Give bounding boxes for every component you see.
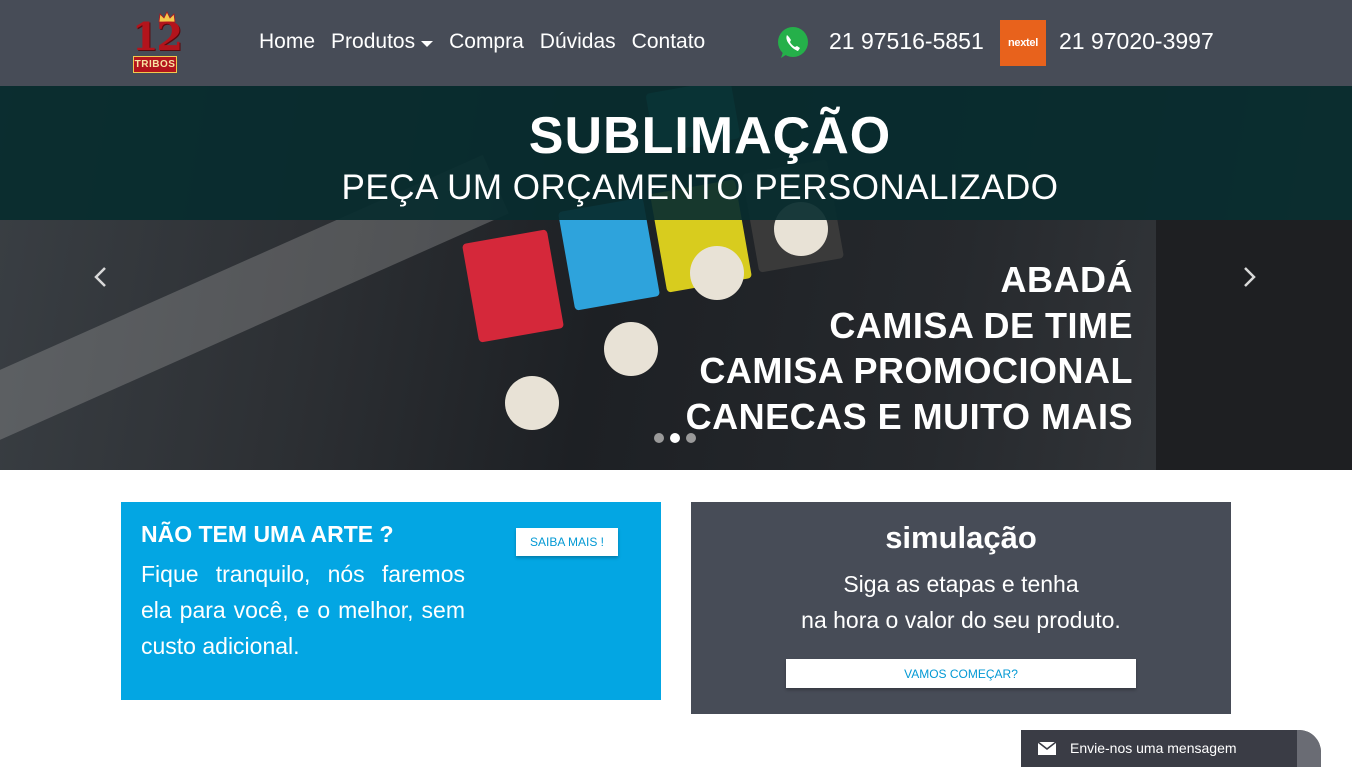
simulation-text-line-2: na hora o valor do seu produto. bbox=[801, 607, 1121, 633]
caret-down-icon bbox=[421, 40, 434, 47]
logo-text: TRIBOS bbox=[133, 56, 177, 73]
carousel-line: CAMISA DE TIME bbox=[829, 305, 1133, 346]
no-art-heading: NÃO TEM UMA ARTE ? bbox=[141, 521, 394, 547]
chat-tab-corner bbox=[1297, 730, 1321, 767]
chevron-right-icon[interactable] bbox=[1242, 262, 1258, 292]
carousel-title: SUBLIMAÇÃO bbox=[528, 107, 892, 165]
nav-home[interactable]: Home bbox=[259, 30, 315, 54]
no-art-text: Fique tranquilo, nós faremos ela para vo… bbox=[141, 561, 465, 659]
carousel-indicator-2[interactable] bbox=[670, 433, 680, 443]
chat-label: Envie-nos uma mensagem bbox=[1070, 740, 1237, 756]
simulation-text: Siga as etapas e tenha na hora o valor d… bbox=[691, 566, 1231, 638]
no-art-card: NÃO TEM UMA ARTE ? Fique tranquilo, nós … bbox=[121, 502, 661, 700]
chevron-left-icon[interactable] bbox=[92, 262, 108, 292]
main-nav: Home Produtos Compra Dúvidas Contato bbox=[259, 27, 721, 57]
carousel-bg-shape bbox=[690, 246, 744, 300]
carousel-line: ABADÁ bbox=[1000, 259, 1133, 300]
hero-carousel: SUBLIMAÇÃO PEÇA UM ORÇAMENTO PERSONALIZA… bbox=[0, 86, 1352, 470]
nextel-logo: nextel bbox=[1000, 20, 1046, 66]
carousel-bg-shape bbox=[604, 322, 658, 376]
whatsapp-icon[interactable] bbox=[776, 26, 810, 60]
carousel-bg-shape bbox=[505, 376, 559, 430]
simulation-card: simulação Siga as etapas e tenha na hora… bbox=[691, 502, 1231, 714]
logo-number: 12 bbox=[132, 14, 183, 59]
nav-produtos-label: Produtos bbox=[331, 30, 416, 53]
nav-duvidas[interactable]: Dúvidas bbox=[540, 30, 616, 54]
phone-nextel[interactable]: 21 97020-3997 bbox=[1059, 26, 1214, 56]
saiba-mais-button[interactable]: SAIBA MAIS ! bbox=[516, 528, 618, 556]
nav-produtos[interactable]: Produtos bbox=[331, 30, 434, 54]
chat-message-tab[interactable]: Envie-nos uma mensagem bbox=[1021, 730, 1321, 767]
carousel-indicators bbox=[654, 433, 696, 443]
carousel-dark-panel bbox=[1156, 220, 1352, 470]
carousel-subtitle: PEÇA UM ORÇAMENTO PERSONALIZADO bbox=[341, 168, 1059, 207]
simulation-heading: simulação bbox=[885, 520, 1037, 555]
phone-whatsapp[interactable]: 21 97516-5851 bbox=[829, 26, 984, 56]
top-navbar: 12 TRIBOS Home Produtos Compra Dúvidas C… bbox=[0, 0, 1352, 86]
carousel-line: CANECAS E MUITO MAIS bbox=[685, 396, 1133, 437]
nav-contato[interactable]: Contato bbox=[632, 30, 706, 54]
carousel-indicator-3[interactable] bbox=[686, 433, 696, 443]
mail-icon bbox=[1038, 742, 1056, 755]
vamos-comecar-button[interactable]: VAMOS COMEÇAR? bbox=[786, 659, 1136, 688]
carousel-indicator-1[interactable] bbox=[654, 433, 664, 443]
brand-logo[interactable]: 12 TRIBOS bbox=[130, 11, 183, 75]
simulation-text-line-1: Siga as etapas e tenha bbox=[843, 571, 1079, 597]
carousel-line: CAMISA PROMOCIONAL bbox=[699, 350, 1133, 391]
carousel-bg-shape bbox=[461, 229, 565, 343]
nav-compra[interactable]: Compra bbox=[449, 30, 524, 54]
